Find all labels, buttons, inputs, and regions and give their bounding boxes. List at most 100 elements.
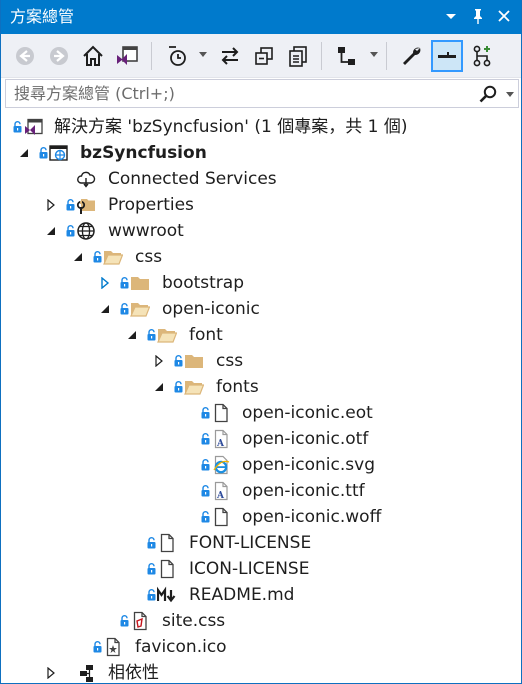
switch-views-button[interactable] [111,40,143,72]
markdown-icon [157,585,177,605]
lock-icon [66,225,75,237]
tree-item-font[interactable]: font [1,322,521,348]
file-icon [211,403,231,423]
expanded-arrow-icon[interactable] [126,329,138,341]
tree-item-open-iconic-eot[interactable]: open-iconic.eot [1,400,521,426]
tree-item-label: fonts [216,377,259,397]
tree-item-label: README.md [189,585,295,605]
preview-icon [438,52,456,58]
tree-item-properties[interactable]: Properties [1,192,521,218]
window-menu-button[interactable] [441,5,461,27]
tree-item-label: bzSyncfusion [80,143,207,163]
font-file-icon [211,481,231,501]
tree-item-bootstrap[interactable]: bootstrap [1,270,521,296]
tree-item-open-iconic-woff[interactable]: open-iconic.woff [1,504,521,530]
home-button[interactable] [77,40,109,72]
tree-item-open-iconic-otf[interactable]: open-iconic.otf [1,426,521,452]
chevron-down-icon[interactable] [199,52,207,57]
tree-item-fonts[interactable]: fonts [1,374,521,400]
dependencies-icon [76,663,96,683]
lock-icon [147,329,156,341]
tree-item-label: Properties [108,195,194,215]
view-class-diagram-button[interactable] [331,40,363,72]
expanded-arrow-icon[interactable] [99,303,111,315]
back-button[interactable] [9,40,41,72]
lock-icon [174,381,183,393]
tree-item-open-iconic[interactable]: open-iconic [1,296,521,322]
toolbar-separator [321,42,322,70]
search-icon[interactable] [478,84,498,104]
collapsed-arrow-icon[interactable] [45,199,57,211]
forward-arrow-icon [50,47,68,65]
cloud-download-icon [76,169,96,189]
pending-changes-filter-button[interactable] [161,40,193,72]
expanded-arrow-icon[interactable] [153,381,165,393]
expanded-arrow-icon[interactable] [45,225,57,237]
tree-item-label: open-iconic.eot [242,403,373,423]
lock-icon [201,511,210,523]
tree-item-label: 解決方案 'bzSyncfusion' (1 個專案，共 1 個) [54,117,408,137]
tree-item-label: site.css [162,611,226,631]
tree-item-open-iconic-svg[interactable]: open-iconic.svg [1,452,521,478]
show-all-files-button[interactable] [282,40,314,72]
chevron-down-icon[interactable] [370,52,378,57]
tree-item-open-iconic-ttf[interactable]: open-iconic.ttf [1,478,521,504]
file-icon [157,533,177,553]
lock-icon [93,641,102,653]
sync-with-active-document-button[interactable] [214,40,246,72]
search-options-chevron-icon[interactable] [506,92,514,97]
tree-item-project[interactable]: bzSyncfusion [1,140,521,166]
lock-icon [201,459,210,471]
collapse-all-icon [255,47,273,65]
properties-folder-icon [76,195,96,215]
toolbar [1,34,521,78]
folder-open-icon [184,377,204,397]
lock-icon [120,615,129,627]
favicon-file-icon [103,637,123,657]
web-project-icon [49,143,69,163]
tree-item-wwwroot[interactable]: wwwroot [1,218,521,244]
solution-tree: 解決方案 'bzSyncfusion' (1 個專案，共 1 個) bzSync… [1,114,521,683]
tree-item-readme[interactable]: README.md [1,582,521,608]
forward-button[interactable] [43,40,75,72]
window-title: 方案總管 [10,7,75,26]
tree-item-label: font [189,325,223,345]
tree-item-label: open-iconic.svg [242,455,375,475]
properties-button[interactable] [396,40,428,72]
lock-icon [201,433,210,445]
preview-selected-items-button[interactable] [431,40,463,72]
tree-item-css[interactable]: css [1,244,521,270]
lock-icon [147,563,156,575]
back-arrow-icon [16,47,34,65]
close-button[interactable] [494,5,514,27]
globe-icon [76,221,96,241]
collapsed-arrow-icon[interactable] [99,277,111,289]
search-input[interactable] [6,80,466,107]
css-file-icon [130,611,150,631]
tree-item-icon-license[interactable]: ICON-LICENSE [1,556,521,582]
tree-item-connected-services[interactable]: Connected Services [1,166,521,192]
lock-icon [201,485,210,497]
solution-explorer-window: 方案總管 搜尋方案總管 (Ctrl+;) 解決方案 'bzSyncfusion'… [0,0,522,684]
tree-item-font-css[interactable]: css [1,348,521,374]
collapsed-arrow-icon[interactable] [153,355,165,367]
expanded-arrow-icon[interactable] [72,251,84,263]
tree-item-solution[interactable]: 解決方案 'bzSyncfusion' (1 個專案，共 1 個) [1,114,521,140]
wrench-icon [403,47,421,65]
browser-file-icon [211,455,231,475]
collapse-all-button[interactable] [248,40,280,72]
folder-open-icon [130,299,150,319]
title-bar: 方案總管 [1,0,521,34]
tree-item-label: favicon.ico [135,637,227,657]
tree-item-favicon[interactable]: favicon.ico [1,634,521,660]
tree-item-dependencies[interactable]: 相依性 [1,660,521,683]
lock-icon [174,355,183,367]
git-changes-button[interactable] [466,40,498,72]
expanded-arrow-icon[interactable] [18,147,30,159]
collapsed-arrow-icon[interactable] [45,667,57,679]
tree-item-label: FONT-LICENSE [189,533,312,553]
tree-item-site-css[interactable]: site.css [1,608,521,634]
tree-item-label: open-iconic [162,299,260,319]
tree-item-font-license[interactable]: FONT-LICENSE [1,530,521,556]
pin-button[interactable] [468,5,488,27]
